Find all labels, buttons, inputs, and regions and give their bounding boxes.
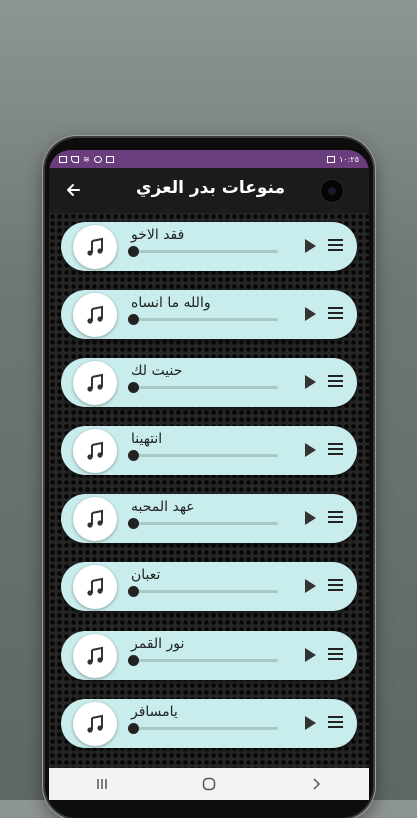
play-icon[interactable] (303, 442, 317, 458)
track-progress-bar[interactable] (128, 382, 278, 393)
notification-icon (105, 155, 114, 163)
progress-thumb[interactable] (128, 450, 139, 461)
signal-icon (71, 155, 79, 163)
track-progress-bar[interactable] (128, 246, 278, 257)
music-note-icon (87, 373, 103, 392)
track-progress-bar[interactable] (128, 314, 278, 325)
progress-thumb[interactable] (128, 586, 139, 597)
image-icon (327, 155, 336, 163)
system-nav-bar (49, 768, 369, 800)
track-item[interactable]: فقد الاخو (61, 222, 357, 271)
progress-thumb[interactable] (128, 518, 139, 529)
menu-icon[interactable] (328, 443, 343, 455)
menu-icon[interactable] (328, 375, 343, 387)
track-icon-circle (73, 497, 117, 541)
progress-thumb[interactable] (128, 723, 139, 734)
progress-thumb[interactable] (128, 246, 139, 257)
track-title: انتهينا (131, 431, 163, 447)
track-icon-circle (73, 702, 117, 746)
sim-icon (59, 155, 67, 163)
track-icon-circle (73, 565, 117, 609)
home-icon[interactable] (194, 774, 224, 794)
track-progress-bar[interactable] (128, 518, 278, 529)
track-item[interactable]: تعبان (61, 562, 357, 611)
music-note-icon (87, 577, 103, 596)
status-time: ١٠:٢٥ (339, 154, 359, 164)
progress-thumb[interactable] (128, 382, 139, 393)
phone-power-button (373, 262, 376, 302)
track-icon-circle (73, 429, 117, 473)
play-icon[interactable] (303, 306, 317, 322)
track-item[interactable]: يامسافر (61, 699, 357, 748)
track-icon-circle (73, 634, 117, 678)
music-note-icon (87, 237, 103, 256)
music-note-icon (87, 509, 103, 528)
play-icon[interactable] (303, 510, 317, 526)
recent-apps-icon[interactable] (87, 774, 117, 794)
front-camera (321, 180, 343, 202)
play-icon[interactable] (303, 238, 317, 254)
track-item[interactable]: حنيت لك (61, 358, 357, 407)
track-progress-bar[interactable] (128, 586, 278, 597)
track-progress-bar[interactable] (128, 450, 278, 461)
track-title: يامسافر (131, 704, 178, 720)
music-note-icon (87, 714, 103, 733)
track-icon-circle (73, 293, 117, 337)
status-bar: ≋ ١٠:٢٥ (49, 150, 369, 168)
track-item[interactable]: نور القمر (61, 631, 357, 680)
track-progress-bar[interactable] (128, 723, 278, 734)
menu-icon[interactable] (328, 307, 343, 319)
page-title: منوعات بدر العزي (136, 178, 285, 198)
track-progress-bar[interactable] (128, 655, 278, 666)
track-title: فقد الاخو (131, 227, 185, 243)
progress-thumb[interactable] (128, 314, 139, 325)
track-title: تعبان (131, 567, 161, 583)
track-list[interactable]: فقد الاخو والله ما انساه حنيت لك انتهينا… (49, 213, 369, 768)
alarm-icon (93, 155, 102, 163)
track-item[interactable]: والله ما انساه (61, 290, 357, 339)
menu-icon[interactable] (328, 239, 343, 251)
play-icon[interactable] (303, 715, 317, 731)
track-item[interactable]: انتهينا (61, 426, 357, 475)
back-arrow-icon[interactable] (63, 180, 83, 200)
track-item[interactable]: عهد المحبه (61, 494, 357, 543)
track-title: نور القمر (131, 636, 185, 652)
app-bar: منوعات بدر العزي (49, 168, 369, 213)
track-title: والله ما انساه (131, 295, 211, 311)
play-icon[interactable] (303, 374, 317, 390)
music-note-icon (87, 646, 103, 665)
status-icons-left: ≋ (59, 155, 114, 164)
menu-icon[interactable] (328, 716, 343, 728)
menu-icon[interactable] (328, 648, 343, 660)
status-icons-right: ١٠:٢٥ (327, 155, 359, 164)
track-icon-circle (73, 361, 117, 405)
track-icon-circle (73, 225, 117, 269)
phone-screen: ≋ ١٠:٢٥ منوعات بدر العزي فقد الاخو والله… (49, 150, 369, 800)
music-note-icon (87, 305, 103, 324)
wifi-icon: ≋ (83, 154, 90, 164)
menu-icon[interactable] (328, 511, 343, 523)
track-title: حنيت لك (131, 363, 183, 379)
track-title: عهد المحبه (131, 499, 195, 515)
play-icon[interactable] (303, 647, 317, 663)
play-icon[interactable] (303, 578, 317, 594)
back-nav-icon[interactable] (301, 774, 331, 794)
menu-icon[interactable] (328, 579, 343, 591)
progress-thumb[interactable] (128, 655, 139, 666)
music-note-icon (87, 441, 103, 460)
